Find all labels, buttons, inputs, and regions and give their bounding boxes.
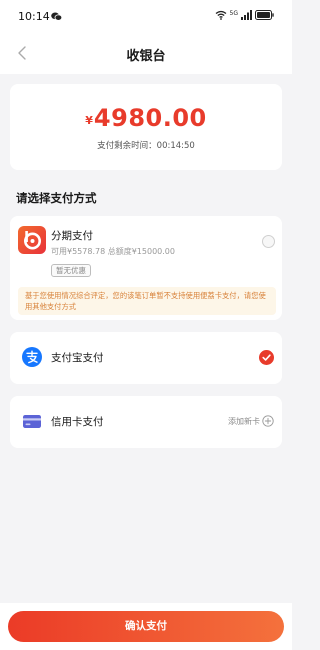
status-bar: 10:14 5G (0, 0, 292, 34)
page-title: 收银台 (126, 49, 166, 64)
status-icons: 5G (215, 10, 274, 20)
alipay-icon (22, 347, 42, 367)
amount-card: ¥4980.00 支付剩余时间：00:14:50 (10, 84, 282, 170)
alipay-label: 支付宝支付 (51, 352, 104, 364)
installment-notice: 基于您使用情况综合评定，您的该笔订单暂不支持使用便荔卡支付，请您使用其他支付方式 (18, 287, 276, 315)
header: 收银台 (0, 34, 292, 74)
alipay-radio[interactable] (259, 350, 274, 365)
payment-countdown: 支付剩余时间：00:14:50 (97, 141, 195, 151)
installment-option[interactable]: 分期支付 可用¥5578.78 总额度¥15000.00 暂无优惠 基于您使用情… (10, 216, 282, 320)
status-time: 10:14 (18, 10, 50, 23)
installment-radio[interactable] (262, 235, 275, 248)
credit-card-icon (23, 415, 41, 428)
wechat-icon (51, 12, 62, 21)
add-new-card[interactable]: 添加新卡 (228, 415, 274, 427)
currency-symbol: ¥ (85, 114, 93, 127)
add-circle-icon (262, 415, 274, 427)
check-icon (262, 354, 271, 361)
alipay-option[interactable]: 支付宝支付 (10, 332, 282, 384)
battery-icon (255, 10, 274, 20)
signal-icon (241, 10, 252, 20)
credit-card-option[interactable]: 信用卡支付 添加新卡 (10, 396, 282, 448)
installment-logo-icon (18, 226, 46, 254)
no-discount-tag: 暂无优惠 (51, 264, 91, 277)
bottom-bar: 确认支付 (0, 603, 292, 650)
section-title: 请选择支付方式 (16, 191, 97, 205)
confirm-payment-button[interactable]: 确认支付 (8, 611, 284, 642)
installment-credit: 可用¥5578.78 总额度¥15000.00 (51, 247, 175, 256)
add-card-label: 添加新卡 (228, 416, 260, 426)
network-label: 5G (229, 10, 238, 17)
credit-card-label: 信用卡支付 (51, 416, 104, 428)
amount-value: 4980.00 (93, 104, 207, 132)
installment-title: 分期支付 (51, 230, 93, 242)
wifi-icon (215, 10, 226, 20)
amount-row: ¥4980.00 (10, 104, 282, 132)
